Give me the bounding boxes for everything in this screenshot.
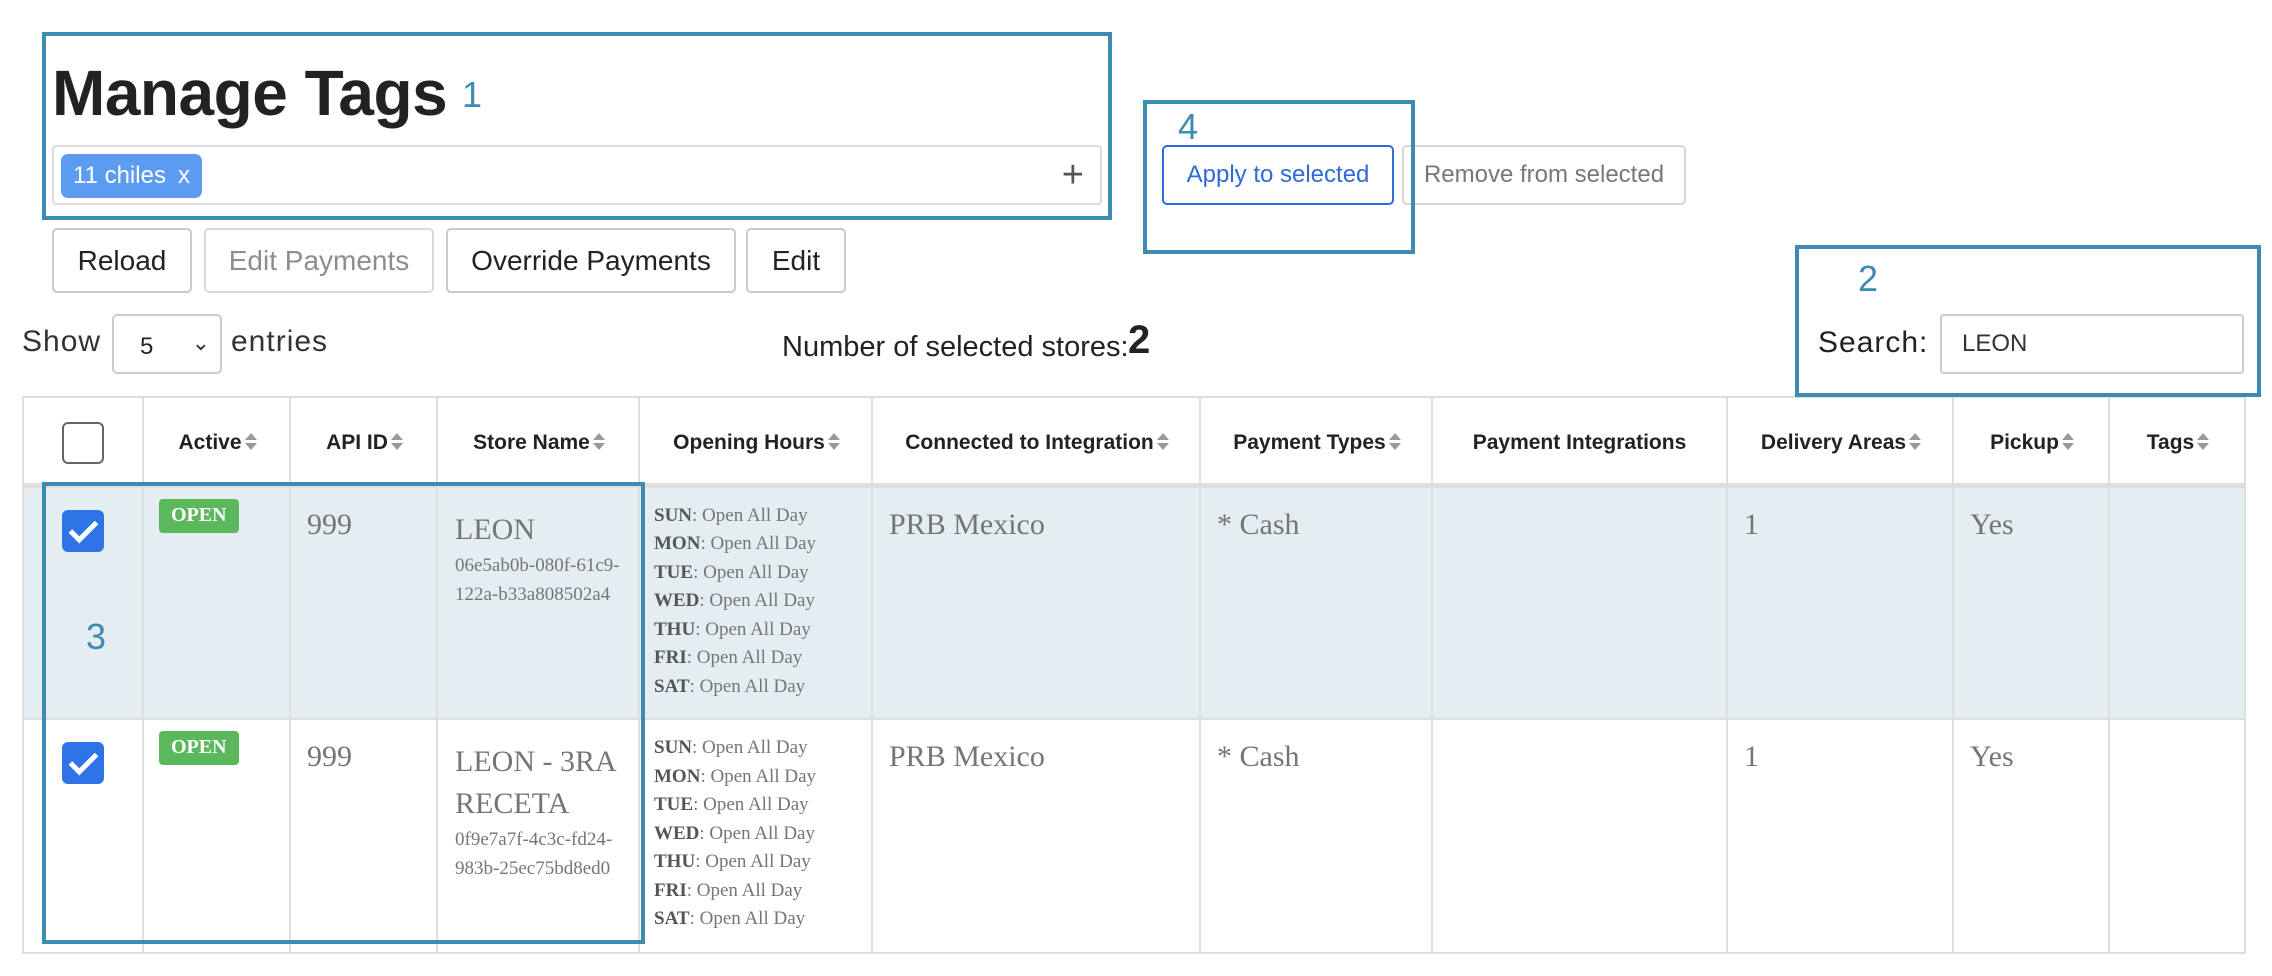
opening-hours-cell: SUN: Open All Day MON: Open All Day TUE:… [638, 484, 873, 720]
payment-types-cell: * Cash [1199, 484, 1433, 720]
status-badge: OPEN [159, 731, 239, 765]
page-title: Manage Tags [52, 57, 448, 129]
sort-icon [592, 432, 605, 451]
tags-cell [2108, 484, 2246, 720]
sort-icon [390, 432, 403, 451]
tag-chip[interactable]: 11 chiles x [61, 154, 202, 198]
column-header-payment-types[interactable]: Payment Types [1199, 396, 1433, 488]
row-select-cell [22, 484, 144, 720]
table-row[interactable]: OPEN 999 LEON - 3RA RECETA 0f9e7a7f-4c3c… [22, 718, 2246, 954]
select-all-checkbox[interactable] [62, 421, 104, 464]
active-cell: OPEN [142, 718, 291, 954]
column-header-store-name[interactable]: Store Name [436, 396, 640, 488]
api-id-cell: 999 [289, 718, 438, 954]
column-header-active[interactable]: Active [142, 396, 291, 488]
store-name-cell: LEON 06e5ab0b-080f-61c9-122a-b33a808502a… [436, 484, 640, 720]
sort-icon [827, 432, 840, 451]
annotation-number-4: 4 [1178, 106, 1199, 147]
search-label: Search: [1818, 326, 1929, 359]
stores-table: Active API ID Store Name Opening Hours C… [22, 396, 2246, 954]
column-header-api-id[interactable]: API ID [289, 396, 438, 488]
apply-to-selected-button[interactable]: Apply to selected [1162, 145, 1394, 205]
payment-types-cell: * Cash [1199, 718, 1433, 954]
table-header-row: Active API ID Store Name Opening Hours C… [22, 396, 2246, 488]
select-all-header [22, 396, 144, 488]
tag-remove-icon[interactable]: x [178, 162, 190, 189]
sort-icon [1909, 432, 1922, 451]
column-header-delivery-areas[interactable]: Delivery Areas [1726, 396, 1954, 488]
sort-icon [2061, 432, 2074, 451]
entries-select[interactable]: 5 ⌄ [112, 314, 222, 374]
sort-icon [244, 432, 257, 451]
payment-integrations-cell [1431, 484, 1728, 720]
store-id: 06e5ab0b-080f-61c9-122a-b33a808502a4 [455, 554, 620, 605]
column-header-payment-integrations: Payment Integrations [1431, 396, 1728, 488]
payment-integrations-cell [1431, 718, 1728, 954]
tag-chip-label: 11 chiles [73, 162, 166, 189]
tag-input-field[interactable]: 11 chiles x + [52, 145, 1102, 205]
delivery-areas-cell: 1 [1726, 718, 1954, 954]
tags-cell [2108, 718, 2246, 954]
sort-icon [1388, 432, 1401, 451]
active-cell: OPEN [142, 484, 291, 720]
remove-from-selected-button[interactable]: Remove from selected [1402, 145, 1686, 205]
column-header-pickup[interactable]: Pickup [1952, 396, 2110, 488]
sort-icon [1156, 432, 1169, 451]
column-header-integration[interactable]: Connected to Integration [871, 396, 1201, 488]
status-badge: OPEN [159, 498, 239, 533]
row-checkbox[interactable] [62, 742, 104, 784]
column-header-tags[interactable]: Tags [2108, 396, 2246, 488]
annotation-number-1: 1 [462, 74, 483, 115]
table-row[interactable]: OPEN 999 LEON 06e5ab0b-080f-61c9-122a-b3… [22, 484, 2246, 720]
selected-stores-count: 2 [1128, 318, 1151, 362]
entries-label: entries [231, 325, 329, 358]
row-select-cell [22, 718, 144, 954]
selected-stores-label: Number of selected stores: [782, 331, 1129, 363]
row-checkbox[interactable] [62, 509, 104, 552]
annotation-number-3: 3 [86, 616, 107, 657]
opening-hours-cell: SUN: Open All Day MON: Open All Day TUE:… [638, 718, 873, 954]
show-label: Show [22, 325, 102, 358]
integration-cell: PRB Mexico [871, 484, 1201, 720]
pickup-cell: Yes [1952, 484, 2110, 720]
pickup-cell: Yes [1952, 718, 2110, 954]
delivery-areas-cell: 1 [1726, 484, 1954, 720]
chevron-down-icon: ⌄ [191, 330, 210, 355]
entries-select-value: 5 [140, 333, 154, 360]
api-id-cell: 999 [289, 484, 438, 720]
add-tag-icon[interactable]: + [1062, 153, 1084, 197]
store-id: 0f9e7a7f-4c3c-fd24-983b-25ec75bd8ed0 [455, 829, 613, 879]
sort-icon [2197, 432, 2210, 451]
store-name: LEON - 3RA RECETA [455, 745, 615, 820]
edit-payments-button[interactable]: Edit Payments [204, 228, 434, 293]
edit-button[interactable]: Edit [746, 228, 846, 293]
search-input[interactable] [1940, 314, 2244, 374]
column-header-opening-hours[interactable]: Opening Hours [638, 396, 873, 488]
store-name-cell: LEON - 3RA RECETA 0f9e7a7f-4c3c-fd24-983… [436, 718, 640, 954]
annotation-number-2: 2 [1858, 258, 1879, 299]
override-payments-button[interactable]: Override Payments [446, 228, 736, 293]
store-name: LEON [455, 512, 535, 546]
integration-cell: PRB Mexico [871, 718, 1201, 954]
reload-button[interactable]: Reload [52, 228, 192, 293]
